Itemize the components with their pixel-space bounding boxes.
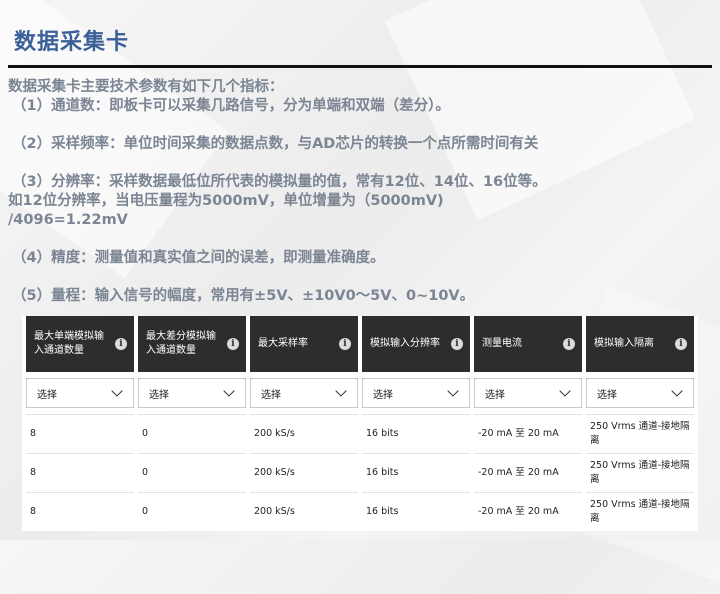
column-header: 最大差分模拟输入通道数量 i bbox=[138, 316, 246, 372]
column-header: 模拟输入分辨率 i bbox=[362, 316, 470, 372]
table-cell: 16 bits bbox=[362, 414, 470, 453]
item-sampling-rate: （2）采样频率：单位时间采集的数据点数，与AD芯片的转换一个点所需时间有关 bbox=[12, 136, 539, 152]
column-header: 测量电流 i bbox=[474, 316, 582, 372]
filter-select[interactable]: 选择 bbox=[474, 378, 582, 408]
filter-select[interactable]: 选择 bbox=[138, 378, 246, 408]
table-cell: -20 mA 至 20 mA bbox=[474, 453, 582, 492]
chevron-down-icon bbox=[111, 385, 123, 397]
column-header: 模拟输入隔离 i bbox=[586, 316, 694, 372]
filter-select[interactable]: 选择 bbox=[362, 378, 470, 408]
info-icon[interactable]: i bbox=[339, 338, 351, 350]
chevron-down-icon bbox=[671, 385, 683, 397]
intro-text: 数据采集卡主要技术参数有如下几个指标： bbox=[8, 79, 284, 95]
table-header-row: 最大单端模拟输入通道数量 i 最大差分模拟输入通道数量 i 最大采样率 i 模拟输入分… bbox=[26, 316, 694, 372]
info-icon[interactable]: i bbox=[675, 338, 687, 350]
table-row[interactable]: 8 0 200 kS/s 16 bits -20 mA 至 20 mA 250 … bbox=[26, 453, 694, 492]
filter-select[interactable]: 选择 bbox=[586, 378, 694, 408]
table-cell: 16 bits bbox=[362, 492, 470, 531]
column-header: 最大采样率 i bbox=[250, 316, 358, 372]
slide-body: 数据采集卡主要技术参数有如下几个指标： （1）通道数：即板卡可以采集几路信号，分… bbox=[8, 78, 713, 306]
info-icon[interactable]: i bbox=[227, 338, 239, 350]
filter-row: 选择 选择 选择 选择 选择 选择 bbox=[26, 372, 694, 414]
chevron-down-icon bbox=[447, 385, 459, 397]
table-cell: 200 kS/s bbox=[250, 492, 358, 531]
filter-select[interactable]: 选择 bbox=[26, 378, 134, 408]
table-cell: 250 Vrms 通道-接地隔离 bbox=[586, 492, 694, 531]
item-resolution: （3）分辨率：采样数据最低位所代表的模拟量的值，常有12位、14位、16位等。 bbox=[12, 174, 547, 190]
table-cell: 0 bbox=[138, 453, 246, 492]
table-cell: 8 bbox=[26, 453, 134, 492]
table-cell: 0 bbox=[138, 492, 246, 531]
spec-filter-table: 最大单端模拟输入通道数量 i 最大差分模拟输入通道数量 i 最大采样率 i 模拟输入分… bbox=[22, 316, 698, 531]
item-resolution-example: 如12位分辨率，当电压量程为5000mV，单位增量为（5000mV) bbox=[8, 193, 444, 209]
title-divider bbox=[8, 65, 712, 68]
info-icon[interactable]: i bbox=[563, 338, 575, 350]
table-cell: 8 bbox=[26, 414, 134, 453]
chevron-down-icon bbox=[559, 385, 571, 397]
table-cell: 200 kS/s bbox=[250, 414, 358, 453]
chevron-down-icon bbox=[223, 385, 235, 397]
table-cell: 250 Vrms 通道-接地隔离 bbox=[586, 453, 694, 492]
table-cell: 250 Vrms 通道-接地隔离 bbox=[586, 414, 694, 453]
table-cell: -20 mA 至 20 mA bbox=[474, 492, 582, 531]
table-cell: 0 bbox=[138, 414, 246, 453]
info-icon[interactable]: i bbox=[451, 338, 463, 350]
item-resolution-result: /4096=1.22mV bbox=[8, 212, 128, 228]
table-row[interactable]: 8 0 200 kS/s 16 bits -20 mA 至 20 mA 250 … bbox=[26, 492, 694, 531]
table-cell: 16 bits bbox=[362, 453, 470, 492]
table-row[interactable]: 8 0 200 kS/s 16 bits -20 mA 至 20 mA 250 … bbox=[26, 414, 694, 453]
table-cell: -20 mA 至 20 mA bbox=[474, 414, 582, 453]
item-range: （5）量程：输入信号的幅度，常用有±5V、±10V0～5V、0~10V。 bbox=[12, 288, 475, 304]
info-icon[interactable]: i bbox=[115, 338, 127, 350]
filter-select[interactable]: 选择 bbox=[250, 378, 358, 408]
item-channels: （1）通道数：即板卡可以采集几路信号，分为单端和双端（差分）。 bbox=[12, 98, 450, 114]
slide-title: 数据采集卡 bbox=[14, 30, 130, 55]
column-header: 最大单端模拟输入通道数量 i bbox=[26, 316, 134, 372]
item-accuracy: （4）精度：测量值和真实值之间的误差，即测量准确度。 bbox=[12, 250, 385, 266]
table-cell: 200 kS/s bbox=[250, 453, 358, 492]
table-cell: 8 bbox=[26, 492, 134, 531]
chevron-down-icon bbox=[335, 385, 347, 397]
